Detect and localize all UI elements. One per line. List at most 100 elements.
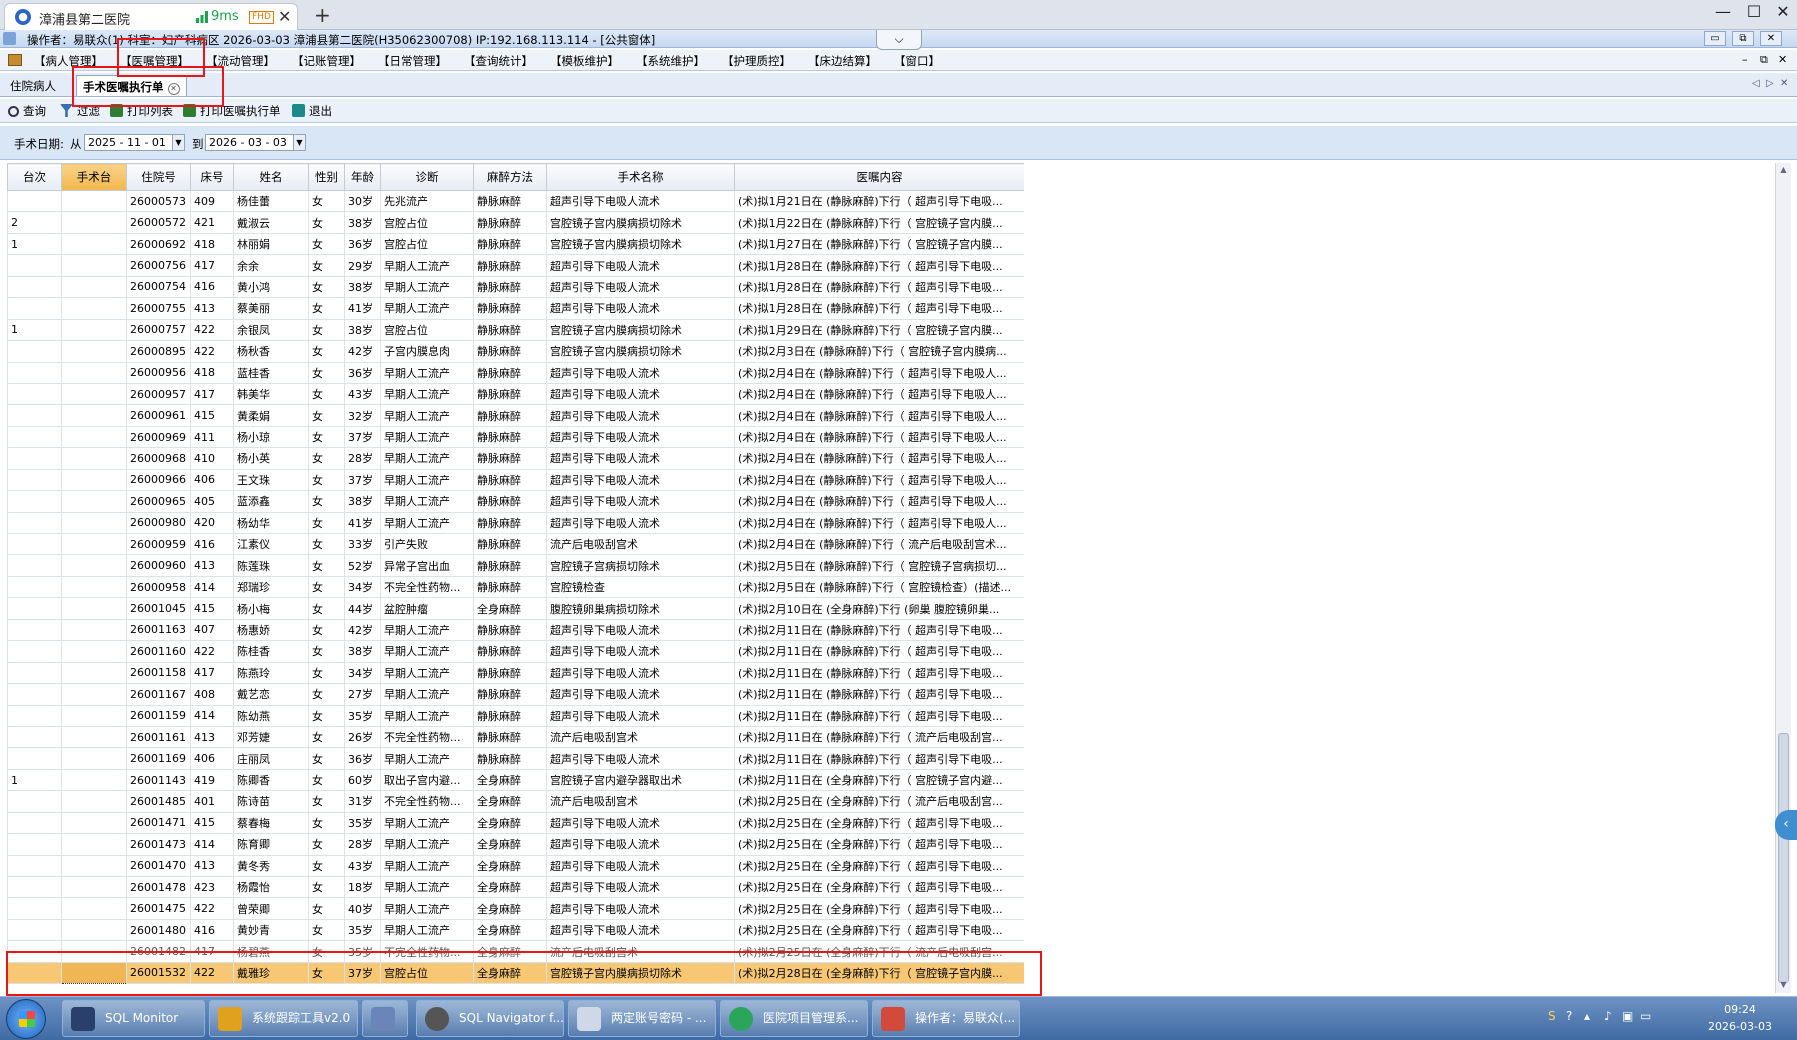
table-cell[interactable]: 杨霞怡 — [233, 875, 309, 899]
table-cell[interactable]: 蔡美丽 — [233, 297, 309, 320]
table-cell[interactable]: 女 — [308, 361, 345, 384]
table-cell[interactable]: 超声引导下电吸人流术 — [546, 811, 735, 835]
table-cell[interactable]: 26000961 — [126, 404, 191, 427]
table-cell[interactable] — [61, 597, 127, 620]
table-cell[interactable]: 26001478 — [126, 875, 191, 899]
table-cell[interactable]: 女 — [308, 554, 345, 577]
table-cell[interactable]: 26000755 — [126, 297, 191, 320]
table-cell[interactable]: 26000969 — [126, 425, 191, 449]
table-cell[interactable]: (术)拟2月25日在 (全身麻醉)下行（ 超声引导下电吸... — [734, 897, 1024, 920]
table-cell[interactable] — [7, 340, 62, 363]
table-cell[interactable]: 静脉麻醉 — [473, 340, 547, 363]
table-cell[interactable]: 女 — [308, 254, 345, 277]
table-cell[interactable]: (术)拟1月27日在 (静脉麻醉)下行（ 宫腔镜子宫内膜... — [734, 232, 1024, 256]
table-cell[interactable]: 韩美华 — [233, 382, 309, 406]
table-cell[interactable]: 全身麻醉 — [473, 918, 547, 942]
table-cell[interactable]: 42岁 — [344, 618, 381, 642]
table-cell[interactable]: 静脉麻醉 — [473, 447, 547, 470]
menu-nursing-quality[interactable]: 【护理质控】 — [722, 53, 791, 69]
table-cell[interactable] — [61, 490, 127, 513]
table-cell[interactable]: 女 — [308, 854, 345, 878]
table-cell[interactable] — [7, 447, 62, 470]
system-clock[interactable]: 09:24 2026-03-03 — [1700, 1001, 1780, 1035]
table-cell[interactable] — [61, 361, 127, 384]
table-cell[interactable] — [7, 854, 62, 878]
table-cell[interactable]: 早期人工流产 — [380, 683, 474, 706]
table-row[interactable]: 26000961 415 黄柔娟女 32岁 早期人工流产 静脉麻醉 超声引导下电吸人流术 (术… — [7, 404, 1024, 427]
table-cell[interactable]: 庄丽凤 — [233, 747, 309, 770]
table-cell[interactable]: 陈燕玲 — [233, 661, 309, 685]
table-cell[interactable]: 女 — [308, 704, 345, 727]
task-project-management[interactable]: 医院项目管理系... — [720, 1000, 868, 1037]
table-cell[interactable]: 引产失败 — [380, 532, 474, 556]
table-cell[interactable] — [61, 275, 127, 299]
child-minimize-icon[interactable]: – — [1742, 53, 1748, 66]
chevron-down-icon[interactable]: ⌵ — [876, 30, 922, 50]
table-cell[interactable]: 女 — [308, 597, 345, 620]
table-cell[interactable]: 女 — [308, 640, 345, 663]
table-cell[interactable]: 超声引导下电吸人流术 — [546, 661, 735, 685]
table-cell[interactable]: 405 — [190, 490, 234, 513]
column-header[interactable]: 诊断 — [380, 163, 474, 191]
table-cell[interactable]: 陈莲珠 — [233, 554, 309, 577]
table-cell[interactable]: 流产后电吸刮宫术 — [546, 725, 735, 749]
mdi-restore-button[interactable]: ⧉ — [1732, 31, 1754, 46]
table-cell[interactable] — [7, 875, 62, 899]
table-cell[interactable]: 黄柔娟 — [233, 404, 309, 427]
table-cell[interactable]: 超声引导下电吸人流术 — [546, 511, 735, 535]
table-row[interactable]: 26001158 417 陈燕玲女 34岁 早期人工流产 静脉麻醉 超声引导下电吸人流术 (术… — [7, 661, 1024, 685]
child-close-icon[interactable]: ✕ — [1778, 53, 1787, 66]
table-cell[interactable]: 417 — [190, 661, 234, 685]
table-cell[interactable]: 曾荣卿 — [233, 897, 309, 920]
child-restore-icon[interactable]: ⧉ — [1760, 53, 1768, 67]
table-cell[interactable]: 33岁 — [344, 532, 381, 556]
table-cell[interactable]: 流产后电吸刮宫术 — [546, 790, 735, 813]
table-cell[interactable] — [61, 833, 127, 856]
notification-arrow-icon[interactable]: ▴ — [1584, 1009, 1590, 1023]
table-cell[interactable]: 异常子宫出血 — [380, 554, 474, 577]
vertical-scrollbar[interactable]: ▲ ▼ — [1775, 163, 1791, 993]
table-cell[interactable]: 女 — [308, 661, 345, 685]
table-cell[interactable]: 38岁 — [344, 211, 381, 234]
table-cell[interactable] — [7, 897, 62, 920]
table-cell[interactable]: 38岁 — [344, 318, 381, 342]
table-cell[interactable]: 女 — [308, 918, 345, 942]
table-cell[interactable]: (术)拟1月28日在 (静脉麻醉)下行（ 超声引导下电吸... — [734, 275, 1024, 299]
minimize-window-icon[interactable]: — — [1710, 2, 1736, 21]
table-cell[interactable]: 静脉麻醉 — [473, 425, 547, 449]
table-cell[interactable]: 杨秋香 — [233, 340, 309, 363]
table-cell[interactable]: 44岁 — [344, 597, 381, 620]
table-row[interactable]: 26001478 423 杨霞怡女 18岁 早期人工流产 全身麻醉 超声引导下电吸人流术 (术… — [7, 875, 1024, 899]
table-cell[interactable] — [7, 404, 62, 427]
column-header[interactable]: 床号 — [190, 163, 234, 191]
table-cell[interactable]: 静脉麻醉 — [473, 704, 547, 727]
from-date-input[interactable]: 2025 - 11 - 01 — [84, 134, 184, 151]
table-cell[interactable]: (术)拟2月11日在 (静脉麻醉)下行（ 超声引导下电吸... — [734, 747, 1024, 770]
table-cell[interactable] — [7, 490, 62, 513]
table-cell[interactable]: (术)拟2月10日在 (全身麻醉)下行 (卵巢 腹腔镜卵巢... — [734, 597, 1024, 620]
table-cell[interactable]: 静脉麻醉 — [473, 382, 547, 406]
table-cell[interactable]: 黄冬秀 — [233, 854, 309, 878]
table-cell[interactable]: 421 — [190, 211, 234, 234]
table-cell[interactable]: 26001471 — [126, 811, 191, 835]
table-cell[interactable]: 江素仪 — [233, 532, 309, 556]
table-cell[interactable]: 取出子宫内避... — [380, 768, 474, 792]
table-cell[interactable]: 杨惠娇 — [233, 618, 309, 642]
table-cell[interactable]: (术)拟2月4日在 (静脉麻醉)下行（ 超声引导下电吸人... — [734, 511, 1024, 535]
table-cell[interactable]: 早期人工流产 — [380, 704, 474, 727]
table-row[interactable]: 26000965 405 蓝添鑫女 38岁 早期人工流产 静脉麻醉 超声引导下电吸人流术 (术… — [7, 490, 1024, 513]
table-cell[interactable]: 静脉麻醉 — [473, 532, 547, 556]
table-cell[interactable]: 女 — [308, 468, 345, 492]
table-cell[interactable]: 超声引导下电吸人流术 — [546, 275, 735, 299]
table-cell[interactable]: 超声引导下电吸人流术 — [546, 683, 735, 706]
table-cell[interactable]: 41岁 — [344, 511, 381, 535]
tab-scroll-right-icon[interactable]: ▷ — [1766, 78, 1774, 89]
table-cell[interactable]: 413 — [190, 854, 234, 878]
table-row[interactable]: 26001470 413 黄冬秀女 43岁 早期人工流产 全身麻醉 超声引导下电吸人流术 (术… — [7, 854, 1024, 878]
table-cell[interactable]: 女 — [308, 297, 345, 320]
table-cell[interactable]: 418 — [190, 361, 234, 384]
table-cell[interactable] — [7, 254, 62, 277]
table-cell[interactable] — [7, 640, 62, 663]
table-cell[interactable]: 超声引导下电吸人流术 — [546, 404, 735, 427]
table-cell[interactable]: 女 — [308, 790, 345, 813]
